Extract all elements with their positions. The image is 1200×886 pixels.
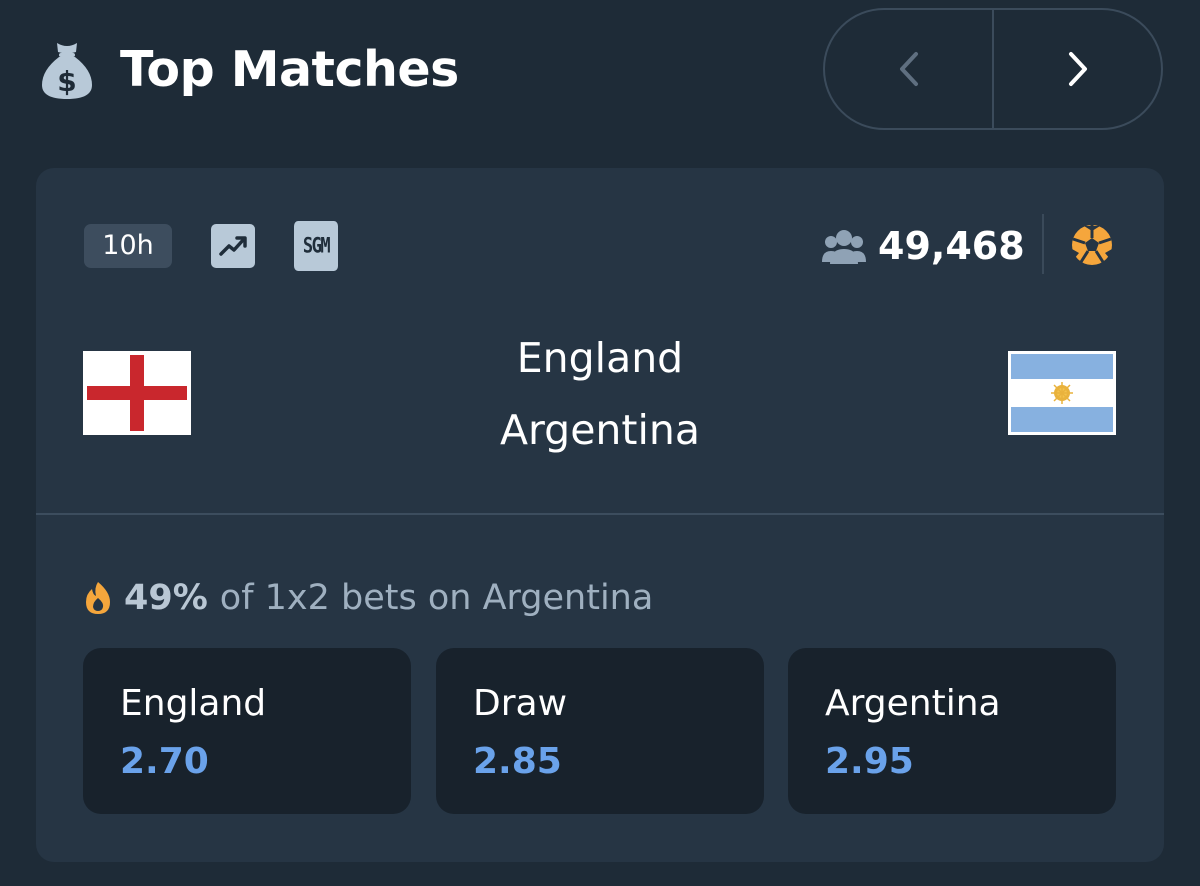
flame-icon: [86, 582, 110, 614]
carousel-nav: [823, 8, 1163, 130]
time-badge: 10h: [84, 224, 172, 268]
prev-button[interactable]: [825, 10, 992, 128]
bet-text: of 1x2 bets on Argentina: [219, 578, 654, 618]
trending-up-icon: [211, 224, 255, 268]
odds-button-draw[interactable]: Draw 2.85: [436, 648, 764, 814]
home-team-name: England: [516, 334, 684, 382]
bettor-count: 49,468: [878, 224, 1025, 268]
odds-row: England 2.70 Draw 2.85 Argentina 2.95: [83, 648, 1117, 814]
money-bag-icon: $: [42, 43, 92, 99]
sgm-badge: SGM: [294, 221, 338, 271]
away-team-name: Argentina: [500, 406, 700, 454]
top-matches-widget: $ Top Matches 10h SGM 49,468 England Arg…: [0, 0, 1200, 886]
meta-divider: [1042, 214, 1044, 274]
card-divider: [36, 513, 1164, 515]
bet-stat: 49% of 1x2 bets on Argentina: [84, 573, 653, 623]
odds-price: 2.85: [473, 741, 562, 782]
odds-button-home[interactable]: England 2.70: [83, 648, 411, 814]
odds-label: England: [120, 683, 267, 724]
argentina-flag: [1008, 351, 1116, 435]
odds-label: Argentina: [825, 683, 1001, 724]
odds-button-away[interactable]: Argentina 2.95: [788, 648, 1116, 814]
page-title: Top Matches: [120, 41, 459, 98]
next-button[interactable]: [992, 10, 1161, 128]
odds-label: Draw: [473, 683, 568, 724]
odds-price: 2.70: [120, 741, 209, 782]
users-icon: [822, 230, 866, 264]
chevron-right-icon: [1068, 52, 1087, 86]
chevron-left-icon: [899, 52, 918, 86]
match-card[interactable]: 10h SGM 49,468 England Argentina 49% of …: [36, 168, 1164, 862]
svg-text:$: $: [57, 65, 76, 98]
odds-price: 2.95: [825, 741, 914, 782]
bet-percent: 49%: [124, 578, 208, 618]
soccer-ball-icon: [1072, 225, 1112, 265]
